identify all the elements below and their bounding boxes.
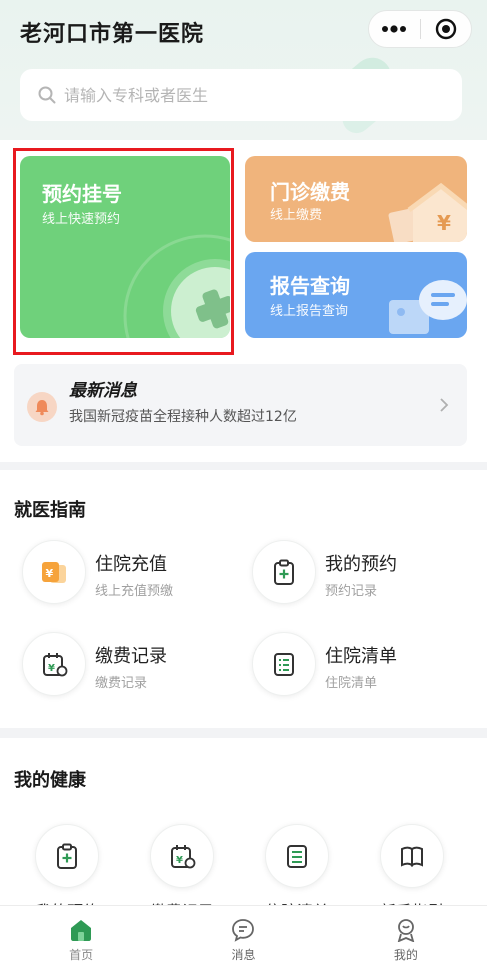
app-title: 老河口市第一医院 (20, 22, 205, 47)
health-heading: 我的健康 (14, 770, 86, 791)
tab-label: 首页 (69, 948, 94, 962)
more-button[interactable] (369, 11, 420, 47)
tab-profile[interactable]: 我的 (325, 906, 487, 967)
search-icon (38, 86, 56, 104)
yuan-house-icon: ¥ (388, 182, 467, 242)
guide-item-sub: 住院清单 (325, 676, 378, 691)
tab-label: 我的 (393, 948, 418, 962)
guide-section: 就医指南 ¥ 住院充值 线上充值预缴 我的预约 预约记录 ¥ 缴费记录 缴费记录… (0, 470, 487, 728)
highlight-box (13, 148, 234, 355)
guide-item-my-appointments[interactable]: 我的预约 预约记录 (250, 540, 470, 620)
payment-calendar-icon: ¥ (171, 845, 196, 869)
target-circle-icon (435, 18, 456, 40)
profile-icon (397, 919, 415, 942)
clipboard-plus-icon (252, 540, 316, 604)
payment-calendar-icon: ¥ (22, 632, 86, 696)
guide-item-name: 住院清单 (325, 646, 397, 667)
search-input[interactable] (64, 85, 424, 105)
close-button[interactable] (421, 11, 472, 47)
svg-text:¥: ¥ (46, 567, 54, 580)
home-icon (71, 920, 92, 941)
tab-label: 消息 (231, 948, 256, 962)
payment-card[interactable]: ¥ 门诊缴费 线上缴费 (245, 156, 467, 242)
search-bar[interactable] (20, 69, 462, 121)
tab-home[interactable]: 首页 (0, 906, 162, 967)
news-text: 我国新冠疫苗全程接种人数超过12亿 (69, 409, 297, 425)
checklist-icon (252, 632, 316, 696)
more-dots-icon (382, 25, 407, 33)
guide-item-name: 我的预约 (325, 554, 397, 575)
checklist-icon (287, 845, 307, 868)
clipboard-plus-icon (57, 843, 77, 869)
svg-text:¥: ¥ (176, 855, 183, 866)
mini-program-capsule (368, 10, 472, 48)
svg-text:¥: ¥ (437, 211, 451, 235)
guide-heading: 就医指南 (14, 500, 86, 521)
tab-bar: 首页 消息 我的 (0, 905, 487, 967)
guide-item-hospital-recharge[interactable]: ¥ 住院充值 线上充值预缴 (20, 540, 240, 620)
news-title: 最新消息 (69, 381, 137, 401)
report-subtitle: 线上报告查询 (270, 304, 349, 319)
chevron-right-icon (440, 398, 449, 412)
bell-icon (27, 392, 57, 422)
report-title: 报告查询 (270, 274, 350, 298)
header: 老河口市第一医院 (0, 0, 487, 145)
guide-item-name: 缴费记录 (95, 646, 167, 667)
wallet-icon: ¥ (22, 540, 86, 604)
health-section: 我的健康 我的预约 ¥ 缴费记录 住院清单 (0, 738, 487, 913)
guide-item-name: 住院充值 (95, 554, 167, 575)
health-item-appointments[interactable] (35, 824, 99, 888)
health-item-guide[interactable] (380, 824, 444, 888)
news-banner[interactable]: 最新消息 我国新冠疫苗全程接种人数超过12亿 (14, 364, 467, 446)
report-chat-icon (389, 280, 467, 334)
payment-subtitle: 线上缴费 (270, 208, 323, 223)
chat-bubble-icon (232, 919, 255, 942)
guide-item-sub: 预约记录 (325, 584, 378, 599)
payment-title: 门诊缴费 (270, 180, 350, 204)
guide-item-sub: 缴费记录 (95, 676, 148, 691)
health-item-hospital-list[interactable] (265, 824, 329, 888)
tab-messages[interactable]: 消息 (162, 906, 324, 967)
report-card[interactable]: 报告查询 线上报告查询 (245, 252, 467, 338)
book-icon (401, 846, 423, 867)
guide-item-sub: 线上充值预缴 (95, 584, 174, 599)
guide-item-hospital-list[interactable]: 住院清单 住院清单 (250, 632, 470, 712)
health-item-payment-records[interactable]: ¥ (150, 824, 214, 888)
guide-item-payment-records[interactable]: ¥ 缴费记录 缴费记录 (20, 632, 240, 712)
svg-text:¥: ¥ (48, 663, 55, 674)
